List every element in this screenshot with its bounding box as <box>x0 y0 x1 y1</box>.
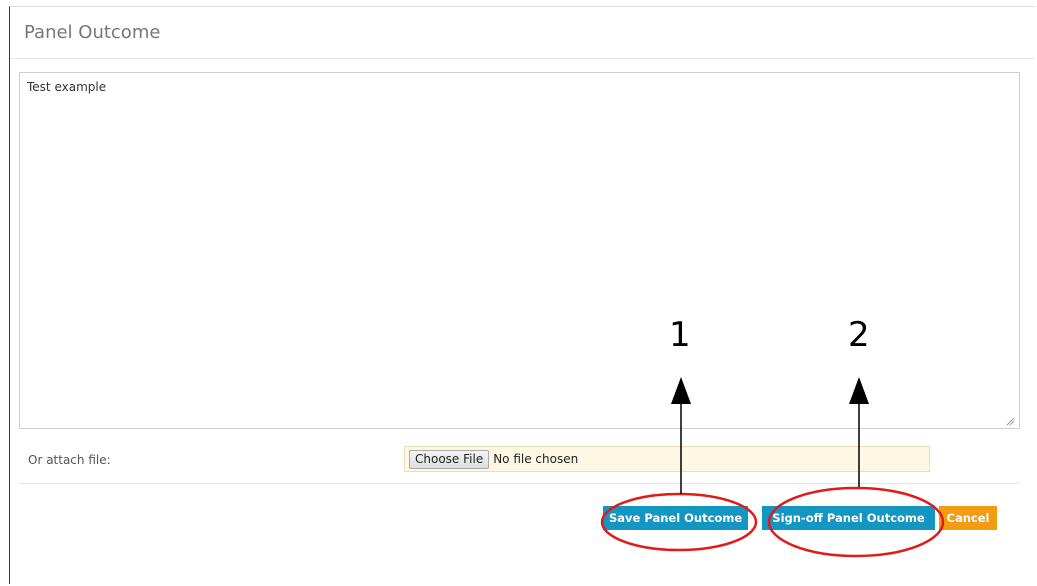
choose-file-button[interactable]: Choose File <box>409 449 490 469</box>
signoff-panel-outcome-button[interactable]: Sign-off Panel Outcome <box>762 506 935 530</box>
callout-number-1: 1 <box>669 315 691 355</box>
panel-header: Panel Outcome <box>10 7 1035 59</box>
save-panel-outcome-button[interactable]: Save Panel Outcome <box>603 506 748 530</box>
outcome-textarea[interactable]: Test example <box>19 72 1020 429</box>
panel-title: Panel Outcome <box>24 22 161 43</box>
file-status-text: No file chosen <box>493 452 579 466</box>
resize-grip-icon[interactable] <box>1005 416 1015 426</box>
form-divider <box>19 483 1020 484</box>
file-input[interactable]: Choose File No file chosen <box>404 446 930 472</box>
cancel-button[interactable]: Cancel <box>939 506 997 530</box>
callout-number-2: 2 <box>848 315 870 355</box>
attach-file-label: Or attach file: <box>28 453 111 467</box>
